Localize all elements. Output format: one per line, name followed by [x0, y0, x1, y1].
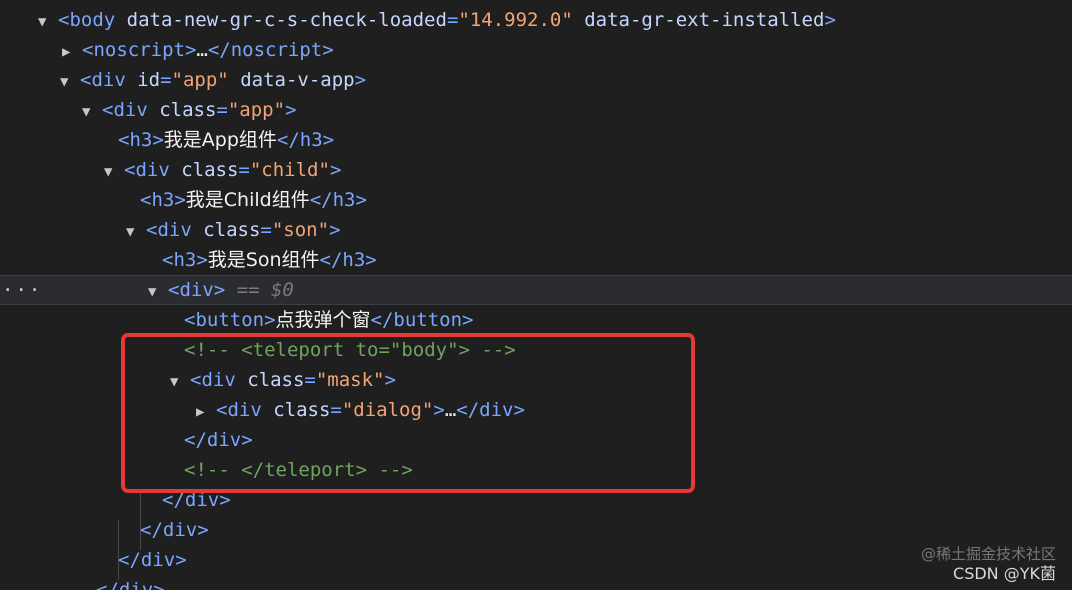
dom-node-h3-son[interactable]: <h3>我是Son组件</h3>	[0, 245, 1072, 275]
watermark-csdn: CSDN @YK菌	[953, 564, 1056, 583]
dom-node-div-app[interactable]: ▼ <div class="app">	[0, 95, 1072, 125]
tag-open: <div	[124, 159, 170, 181]
elements-panel-dom-tree: ▼ <body data-new-gr-c-s-check-loaded="14.…	[0, 0, 1072, 590]
tag-close: </h3>	[319, 249, 377, 271]
tag-open: <h3>	[140, 189, 186, 211]
tag-close: </div>	[118, 549, 187, 571]
tag-close: >	[824, 9, 836, 31]
tag-close: >	[329, 159, 342, 181]
text-node: 我是Son组件	[207, 249, 320, 271]
attr-value: "14.992.0"	[458, 9, 573, 31]
watermark-juejin: @稀土掘金技术社区	[920, 545, 1056, 563]
expand-triangle-down-icon[interactable]: ▼	[60, 67, 80, 97]
tag-open: <h3>	[162, 249, 208, 271]
attr-value: "app"	[171, 69, 229, 91]
dom-node-close-div-son[interactable]: </div>	[0, 515, 1072, 545]
dom-node-div-app-root[interactable]: ▼ <div id="app" data-v-app>	[0, 65, 1072, 95]
tag-open: <div>	[168, 279, 226, 301]
tag-open: <noscript>	[82, 39, 197, 61]
expand-triangle-right-icon[interactable]: ▶	[62, 37, 82, 67]
dom-node-button[interactable]: <button>点我弹个窗</button>	[0, 305, 1072, 335]
tag-close: </button>	[370, 309, 474, 331]
expand-triangle-down-icon[interactable]: ▼	[82, 97, 102, 127]
attr-eq: =	[260, 219, 272, 241]
attr-value: "son"	[271, 219, 330, 241]
dom-node-close-div-child[interactable]: </div>	[0, 545, 1072, 575]
collapsed-ellipsis[interactable]: …	[196, 39, 207, 61]
dom-node-close-div-app[interactable]: </div>	[0, 575, 1072, 590]
tag-open: <div	[80, 69, 126, 91]
tag-close: </noscript>	[207, 39, 334, 61]
dom-node-div-selected[interactable]: ··· ▼ <div> == $0	[0, 275, 1072, 305]
attr-name: class	[169, 159, 239, 181]
attr-value: "child"	[249, 159, 330, 181]
attr-eq: =	[238, 159, 250, 181]
dom-node-h3-app[interactable]: <h3>我是App组件</h3>	[0, 125, 1072, 155]
tag-open: <div	[102, 99, 148, 121]
dom-node-h3-child[interactable]: <h3>我是Child组件</h3>	[0, 185, 1072, 215]
expand-triangle-down-icon[interactable]: ▼	[104, 157, 124, 187]
dom-node-body[interactable]: ▼ <body data-new-gr-c-s-check-loaded="14.…	[0, 5, 1072, 35]
tag-close: </h3>	[309, 189, 367, 211]
text-node: 我是App组件	[163, 129, 277, 151]
more-options-icon[interactable]: ···	[2, 276, 42, 304]
tag-close: </div>	[140, 519, 209, 541]
attr-eq: =	[160, 69, 172, 91]
highlight-annotation-box	[121, 333, 695, 493]
expand-triangle-down-icon[interactable]: ▼	[126, 217, 146, 247]
attr-name: class	[147, 99, 217, 121]
expand-triangle-down-icon[interactable]: ▼	[148, 278, 168, 306]
tag-close: >	[285, 99, 297, 121]
tag-close: >	[329, 219, 341, 241]
tag-close: >	[354, 69, 367, 91]
tag-open: <div	[146, 219, 192, 241]
attr-name: data-v-app	[228, 69, 355, 91]
tag-open: <body	[58, 9, 116, 31]
attr-name: data-gr-ext-installed	[572, 9, 825, 31]
text-node: 我是Child组件	[185, 189, 310, 211]
attr-eq: =	[216, 99, 228, 121]
selected-node-marker: == $0	[225, 279, 294, 301]
tag-open: <button>	[184, 309, 276, 331]
tag-close: </div>	[96, 579, 165, 590]
expand-triangle-down-icon[interactable]: ▼	[38, 7, 58, 37]
tag-close: </h3>	[276, 129, 335, 151]
attr-name: data-new-gr-c-s-check-loaded	[115, 9, 447, 31]
attr-eq: =	[446, 9, 459, 31]
dom-node-div-child[interactable]: ▼ <div class="child">	[0, 155, 1072, 185]
attr-value: "app"	[227, 99, 286, 121]
watermark: @稀土掘金技术社区 CSDN @YK菌	[921, 544, 1056, 584]
dom-node-div-son[interactable]: ▼ <div class="son">	[0, 215, 1072, 245]
tag-open: <h3>	[118, 129, 164, 151]
dom-node-noscript[interactable]: ▶ <noscript>…</noscript>	[0, 35, 1072, 65]
attr-name: id	[125, 69, 161, 91]
attr-name: class	[191, 219, 261, 241]
text-node: 点我弹个窗	[275, 309, 371, 331]
